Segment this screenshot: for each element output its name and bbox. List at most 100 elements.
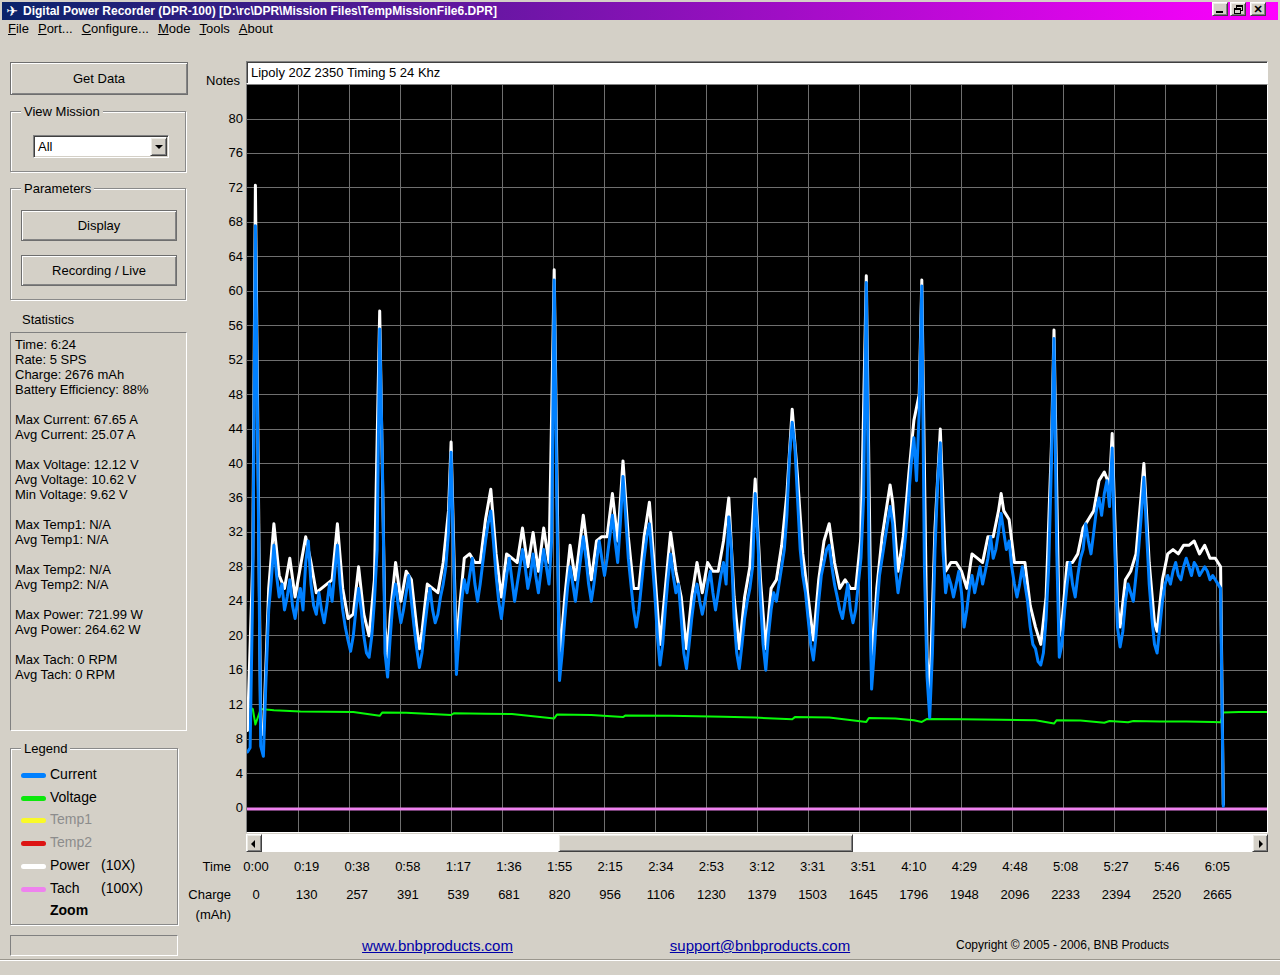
parameters-label: Parameters: [21, 181, 94, 196]
display-button[interactable]: Display: [21, 210, 177, 241]
copyright-text: Copyright © 2005 - 2006, BNB Products: [920, 938, 1205, 952]
menu-mode[interactable]: Mode: [158, 21, 191, 36]
stat-line: Avg Tach: 0 RPM: [15, 667, 186, 682]
y-tick-52: 52: [200, 352, 243, 368]
y-tick-40: 40: [200, 456, 243, 472]
charge-tick: 820: [534, 887, 586, 902]
close-button[interactable]: ✕: [1250, 2, 1266, 16]
right-arrow-icon: [1259, 840, 1263, 848]
y-tick-24: 24: [200, 593, 243, 609]
y-tick-72: 72: [200, 180, 243, 196]
charge-tick: 1503: [787, 887, 839, 902]
app-icon: ✈: [4, 3, 20, 19]
charge-tick: 2665: [1191, 887, 1243, 902]
y-tick-56: 56: [200, 318, 243, 334]
restore-icon-2: [1234, 8, 1241, 14]
menu-about[interactable]: About: [239, 21, 273, 36]
y-tick-20: 20: [200, 628, 243, 644]
time-tick: 0:19: [281, 859, 333, 874]
legend-swatch-voltage: [21, 796, 46, 801]
mission-select-value: All: [38, 139, 52, 154]
time-tick: 0:38: [331, 859, 383, 874]
legend-item-temp2: Temp2: [11, 832, 177, 854]
title-bar: ✈ Digital Power Recorder (DPR-100) [D:\r…: [2, 2, 1278, 20]
notes-value: Lipoly 20Z 2350 Timing 5 24 Khz: [251, 65, 440, 80]
stat-line: Rate: 5 SPS: [15, 352, 186, 367]
scrollbar-right-arrow[interactable]: [1252, 834, 1268, 852]
stat-line: Avg Voltage: 10.62 V: [15, 472, 186, 487]
notes-label: Notes: [166, 73, 240, 88]
time-tick: 0:58: [382, 859, 434, 874]
legend-item-current: Current: [11, 764, 177, 786]
legend-swatch-temp2: [21, 841, 46, 846]
charge-tick: 539: [432, 887, 484, 902]
chart-scrollbar: [246, 834, 1268, 852]
statistics-panel: Time: 6:24Rate: 5 SPSCharge: 2676 mAhBat…: [10, 332, 187, 731]
scrollbar-left-arrow[interactable]: [246, 834, 262, 852]
stat-line: Max Power: 721.99 W: [15, 607, 186, 622]
menu-port[interactable]: Port...: [38, 21, 73, 36]
stat-line: Battery Efficiency: 88%: [15, 382, 186, 397]
stat-line: Max Tach: 0 RPM: [15, 652, 186, 667]
charge-tick: 1379: [736, 887, 788, 902]
legend-label: Legend: [21, 741, 70, 756]
legend-name: Voltage: [50, 789, 97, 805]
time-tick: 1:17: [432, 859, 484, 874]
charge-tick: 1796: [888, 887, 940, 902]
parameters-group: Parameters Display Recording / Live: [10, 188, 186, 300]
recording-live-button[interactable]: Recording / Live: [21, 255, 177, 286]
support-email-link[interactable]: support@bnbproducts.com: [630, 937, 890, 954]
y-tick-32: 32: [200, 524, 243, 540]
y-tick-64: 64: [200, 249, 243, 265]
menu-configure[interactable]: Configure...: [82, 21, 149, 36]
menu-file[interactable]: File: [8, 21, 29, 36]
y-tick-36: 36: [200, 490, 243, 506]
stat-line: Max Temp1: N/A: [15, 517, 186, 532]
combo-dropdown-button[interactable]: [150, 137, 167, 156]
stat-line: Avg Power: 264.62 W: [15, 622, 186, 637]
legend-swatch-tach: [21, 887, 46, 892]
website-link[interactable]: www.bnbproducts.com: [310, 937, 565, 954]
menu-tools[interactable]: Tools: [199, 21, 229, 36]
scrollbar-thumb[interactable]: [558, 834, 853, 852]
charge-tick: 2096: [989, 887, 1041, 902]
time-tick: 4:10: [888, 859, 940, 874]
y-tick-80: 80: [200, 111, 243, 127]
window-title: Digital Power Recorder (DPR-100) [D:\rc\…: [23, 4, 497, 18]
chevron-down-icon: [155, 145, 163, 153]
view-mission-label: View Mission: [21, 104, 103, 119]
charge-axis-unit: (mAh): [146, 907, 231, 922]
close-icon: ✕: [1251, 3, 1265, 15]
stat-line: [15, 637, 186, 652]
legend-suffix: (100X): [101, 880, 143, 896]
restore-button[interactable]: [1230, 2, 1246, 16]
y-tick-8: 8: [200, 731, 243, 747]
time-tick: 2:34: [635, 859, 687, 874]
left-arrow-icon: [251, 840, 255, 848]
charge-tick: 0: [230, 887, 282, 902]
statistics-label: Statistics: [22, 312, 74, 327]
legend-zoom-label: Zoom: [50, 902, 88, 918]
mission-select[interactable]: All: [33, 135, 169, 158]
charge-tick: 1645: [837, 887, 889, 902]
legend-name: Tach: [50, 880, 80, 896]
stat-line: Max Current: 67.65 A: [15, 412, 186, 427]
minimize-icon: [1216, 11, 1223, 13]
legend-swatch-power: [21, 864, 46, 869]
chart-plot-area: [246, 84, 1268, 833]
time-tick: 4:29: [938, 859, 990, 874]
y-tick-4: 4: [200, 766, 243, 782]
stat-line: Min Voltage: 9.62 V: [15, 487, 186, 502]
y-tick-12: 12: [200, 697, 243, 713]
y-tick-48: 48: [200, 387, 243, 403]
minimize-button[interactable]: [1212, 2, 1228, 16]
get-data-button[interactable]: Get Data: [10, 62, 188, 95]
legend-name: Temp2: [50, 834, 92, 850]
y-tick-76: 76: [200, 145, 243, 161]
charge-tick: 2394: [1090, 887, 1142, 902]
notes-input[interactable]: Lipoly 20Z 2350 Timing 5 24 Khz: [246, 61, 1268, 84]
charge-tick: 257: [331, 887, 383, 902]
time-tick: 3:12: [736, 859, 788, 874]
time-tick: 2:53: [685, 859, 737, 874]
time-tick: 1:36: [483, 859, 535, 874]
